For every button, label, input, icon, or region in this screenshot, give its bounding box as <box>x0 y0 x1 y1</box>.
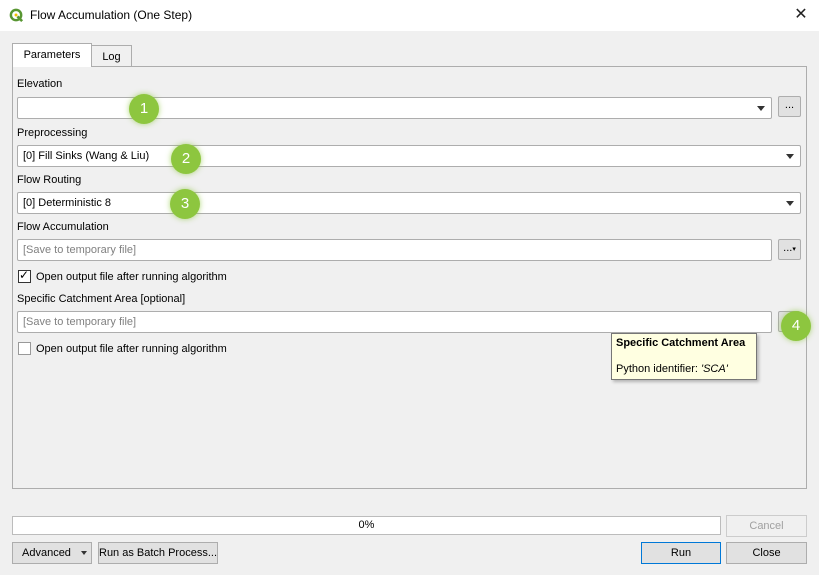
chevron-down-icon: ▾ <box>792 246 796 253</box>
flow-accumulation-browse-button[interactable]: ...▾ <box>778 239 801 260</box>
cancel-button[interactable]: Cancel <box>726 515 807 537</box>
sca-output-field[interactable]: [Save to temporary file] <box>17 311 772 333</box>
close-icon[interactable]: ✕ <box>791 5 811 25</box>
annotation-badge-1: 1 <box>129 94 159 124</box>
window-title: Flow Accumulation (One Step) <box>30 8 193 22</box>
elevation-browse-button[interactable]: ... <box>778 96 801 117</box>
flow-accumulation-open-output-label: Open output file after running algorithm <box>36 271 227 283</box>
tab-parameters[interactable]: Parameters <box>12 43 92 67</box>
run-button[interactable]: Run <box>641 542 721 564</box>
sca-tooltip: Specific Catchment Area Python identifie… <box>611 333 757 380</box>
annotation-badge-2: 2 <box>171 144 201 174</box>
chevron-down-icon <box>786 201 794 206</box>
preprocessing-combo[interactable]: [0] Fill Sinks (Wang & Liu) <box>17 145 801 167</box>
preprocessing-value: [0] Fill Sinks (Wang & Liu) <box>23 150 150 162</box>
annotation-badge-4: 4 <box>781 311 811 341</box>
chevron-down-icon <box>786 154 794 159</box>
qgis-icon <box>9 8 24 23</box>
chevron-down-icon <box>757 106 765 111</box>
run-as-batch-button[interactable]: Run as Batch Process... <box>98 542 218 564</box>
browse-label: ... <box>783 242 793 254</box>
tooltip-python-identifier: Python identifier: 'SCA' <box>616 363 728 375</box>
flow-accumulation-output-field[interactable]: [Save to temporary file] <box>17 239 772 261</box>
flow-accumulation-label: Flow Accumulation <box>17 221 109 233</box>
flow-routing-value: [0] Deterministic 8 <box>23 197 112 209</box>
chevron-down-icon <box>81 551 87 555</box>
sca-open-output-checkbox[interactable] <box>18 342 31 355</box>
tooltip-title: Specific Catchment Area <box>616 337 746 349</box>
progress-bar: 0% <box>12 516 721 535</box>
advanced-button[interactable]: Advanced <box>12 542 92 564</box>
tooltip-identifier: 'SCA' <box>701 363 728 375</box>
flow-routing-label: Flow Routing <box>17 174 82 186</box>
sca-label: Specific Catchment Area [optional] <box>17 293 186 305</box>
title-bar: Flow Accumulation (One Step) ✕ <box>0 0 819 31</box>
flow-routing-combo[interactable]: [0] Deterministic 8 <box>17 192 801 214</box>
elevation-label: Elevation <box>17 78 63 90</box>
progress-text: 0% <box>358 519 375 531</box>
sca-open-output-label: Open output file after running algorithm <box>36 343 227 355</box>
preprocessing-label: Preprocessing <box>17 127 88 139</box>
close-button[interactable]: Close <box>726 542 807 564</box>
tooltip-prefix: Python identifier: <box>616 363 701 375</box>
flow-accumulation-open-output-checkbox[interactable] <box>18 268 31 283</box>
tab-log[interactable]: Log <box>91 45 132 67</box>
advanced-label: Advanced <box>22 547 71 559</box>
annotation-badge-3: 3 <box>170 189 200 219</box>
